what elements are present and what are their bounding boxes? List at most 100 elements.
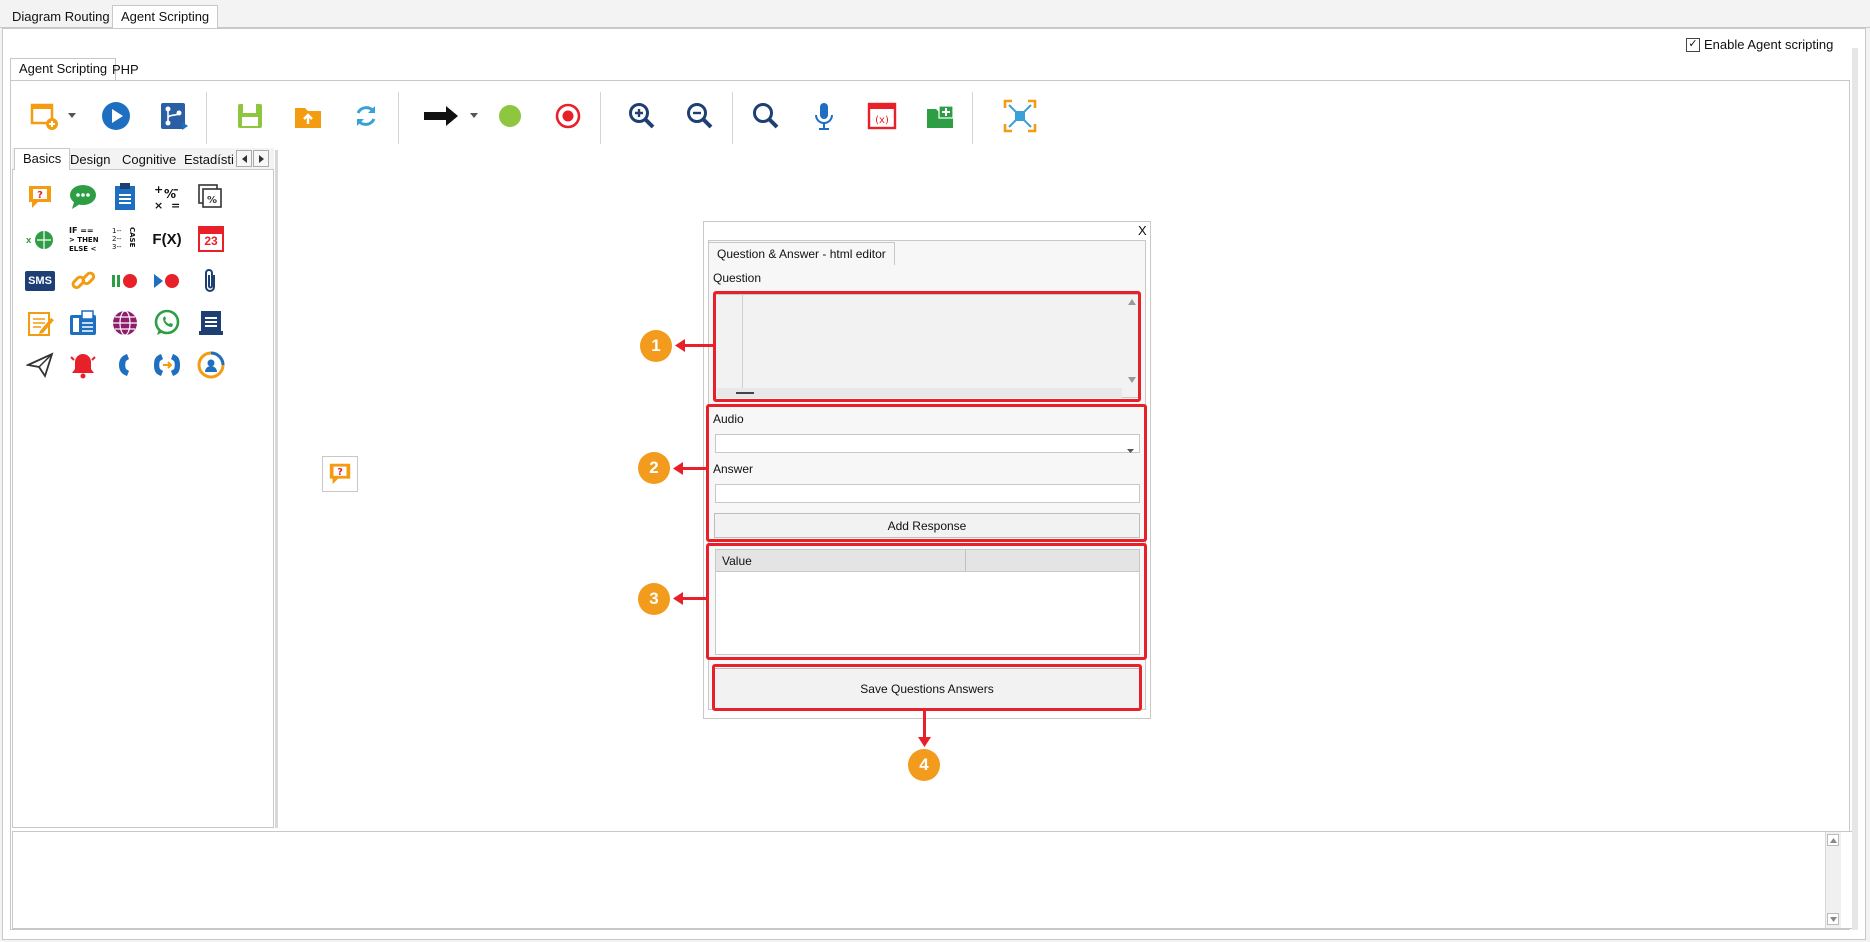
output-panel[interactable] bbox=[12, 831, 1854, 929]
globe-xml-icon[interactable]: X bbox=[23, 222, 57, 256]
palette-scroll-left-icon[interactable] bbox=[236, 150, 252, 167]
function-icon[interactable]: F(X) bbox=[150, 222, 184, 256]
palette-tab-cognitive[interactable]: Cognitive bbox=[114, 150, 184, 170]
window-scrollbar[interactable] bbox=[1852, 48, 1858, 930]
callout-badge-1: 1 bbox=[640, 330, 672, 362]
search-icon[interactable] bbox=[746, 96, 786, 136]
variable-window-icon[interactable]: (x) bbox=[862, 96, 902, 136]
chat-icon[interactable] bbox=[66, 180, 100, 214]
zoom-in-icon[interactable] bbox=[622, 96, 662, 136]
fax-phone-icon[interactable] bbox=[66, 306, 100, 340]
calendar-icon[interactable]: 23 bbox=[194, 222, 228, 256]
svg-text:1--: 1-- bbox=[112, 227, 122, 235]
microphone-icon[interactable] bbox=[804, 96, 844, 136]
clipboard-icon[interactable] bbox=[108, 180, 142, 214]
agent-timer-icon[interactable] bbox=[194, 348, 228, 382]
question-bubble-icon: ? bbox=[329, 463, 351, 485]
callout-badge-4: 4 bbox=[908, 749, 940, 781]
svg-text:(x): (x) bbox=[875, 115, 889, 126]
sms-text: SMS bbox=[25, 271, 55, 291]
svg-text:?: ? bbox=[337, 467, 342, 478]
highlight-box-4 bbox=[712, 664, 1142, 711]
dialog-tab-html-editor[interactable]: Question & Answer - html editor bbox=[708, 242, 895, 265]
question-label: Question bbox=[713, 271, 762, 285]
web-globe-icon[interactable] bbox=[108, 306, 142, 340]
dialog-close-button[interactable]: X bbox=[1138, 223, 1147, 238]
svg-text:×: × bbox=[154, 199, 163, 212]
paperclip-icon[interactable] bbox=[194, 264, 228, 298]
tab-diagram-routing[interactable]: Diagram Routing bbox=[4, 6, 118, 28]
svg-text:%: % bbox=[207, 195, 217, 206]
dropdown-arrow-icon[interactable] bbox=[64, 96, 80, 136]
sms-icon[interactable]: SMS bbox=[23, 264, 57, 298]
zoom-out-icon[interactable] bbox=[680, 96, 720, 136]
svg-text:X: X bbox=[26, 237, 32, 245]
play-icon[interactable] bbox=[96, 96, 136, 136]
play-record-icon[interactable] bbox=[150, 264, 184, 298]
link-icon[interactable] bbox=[66, 264, 100, 298]
math-operators-icon[interactable]: +% – × = bbox=[150, 180, 184, 214]
arrow-head-icon bbox=[673, 462, 683, 478]
arrow-head-icon bbox=[673, 592, 683, 608]
function-text: F(X) bbox=[152, 230, 182, 248]
svg-text:2--: 2-- bbox=[112, 235, 122, 243]
edit-note-icon[interactable] bbox=[23, 306, 57, 340]
scroll-up-icon[interactable] bbox=[1827, 834, 1839, 846]
if-then-else-icon[interactable]: IF == > THEN ELSE < bbox=[66, 222, 102, 256]
pause-record-icon[interactable] bbox=[108, 264, 142, 298]
refresh-icon[interactable] bbox=[346, 96, 386, 136]
enable-agent-scripting[interactable]: ✓ Enable Agent scripting bbox=[1686, 37, 1833, 52]
percent-layers-icon[interactable]: % bbox=[194, 180, 228, 214]
highlight-box-2 bbox=[706, 404, 1147, 542]
whatsapp-icon[interactable] bbox=[150, 306, 184, 340]
top-tab-bar bbox=[0, 0, 1870, 28]
svg-text:ELSE <: ELSE < bbox=[69, 245, 97, 253]
svg-text:3--: 3-- bbox=[112, 243, 122, 251]
send-icon[interactable] bbox=[23, 348, 57, 382]
calendar-number: 23 bbox=[204, 234, 218, 248]
checkbox-checked-icon[interactable]: ✓ bbox=[1686, 37, 1700, 52]
svg-text:+: + bbox=[154, 183, 163, 196]
highlight-box-3 bbox=[706, 543, 1147, 660]
enable-agent-scripting-label: Enable Agent scripting bbox=[1704, 37, 1834, 52]
fit-screen-icon[interactable] bbox=[1000, 96, 1040, 136]
callout-arrow-3 bbox=[680, 597, 706, 600]
svg-text:–: – bbox=[173, 183, 179, 196]
add-folder-icon[interactable] bbox=[920, 96, 960, 136]
document-icon[interactable] bbox=[194, 306, 228, 340]
question-bubble-icon[interactable]: ? bbox=[23, 180, 57, 214]
callout-badge-3: 3 bbox=[638, 583, 670, 615]
svg-text:> THEN: > THEN bbox=[69, 236, 99, 244]
flow-branch-icon[interactable] bbox=[154, 96, 194, 136]
green-dot-icon[interactable] bbox=[490, 96, 530, 136]
svg-text:IF ==: IF == bbox=[69, 226, 94, 235]
tab-agent-scripting[interactable]: Agent Scripting bbox=[112, 5, 219, 29]
arrow-right-icon[interactable] bbox=[418, 96, 464, 136]
save-icon[interactable] bbox=[230, 96, 270, 136]
callout-arrow-1 bbox=[682, 344, 713, 347]
new-diagram-icon[interactable] bbox=[24, 96, 64, 136]
phone-icon[interactable] bbox=[108, 348, 142, 382]
callout-arrow-2 bbox=[680, 467, 706, 470]
arrow-head-icon bbox=[675, 339, 685, 355]
palette-tab-estadisticas[interactable]: Estadísti bbox=[176, 150, 236, 170]
subtab-php[interactable]: PHP bbox=[104, 60, 147, 80]
call-transfer-icon[interactable] bbox=[150, 348, 184, 382]
alarm-bell-icon[interactable] bbox=[66, 348, 100, 382]
canvas-question-node[interactable]: ? bbox=[322, 456, 358, 492]
red-target-icon[interactable] bbox=[548, 96, 588, 136]
open-folder-icon[interactable] bbox=[288, 96, 328, 136]
case-list-icon[interactable]: 1-- 2-- 3-- CASE bbox=[108, 222, 142, 256]
scroll-down-icon[interactable] bbox=[1827, 913, 1839, 925]
arrow-head-icon bbox=[918, 735, 931, 750]
svg-text:?: ? bbox=[37, 190, 43, 201]
callout-badge-2: 2 bbox=[638, 452, 670, 484]
dropdown-arrow-icon[interactable] bbox=[466, 96, 482, 136]
svg-text:=: = bbox=[171, 199, 180, 212]
highlight-box-1 bbox=[713, 291, 1141, 402]
svg-text:CASE: CASE bbox=[128, 227, 136, 248]
subtab-agent-scripting[interactable]: Agent Scripting bbox=[10, 58, 117, 80]
palette-scroll-right-icon[interactable] bbox=[253, 150, 269, 167]
palette-tab-design[interactable]: Design bbox=[62, 150, 118, 170]
splitter[interactable] bbox=[275, 150, 278, 828]
